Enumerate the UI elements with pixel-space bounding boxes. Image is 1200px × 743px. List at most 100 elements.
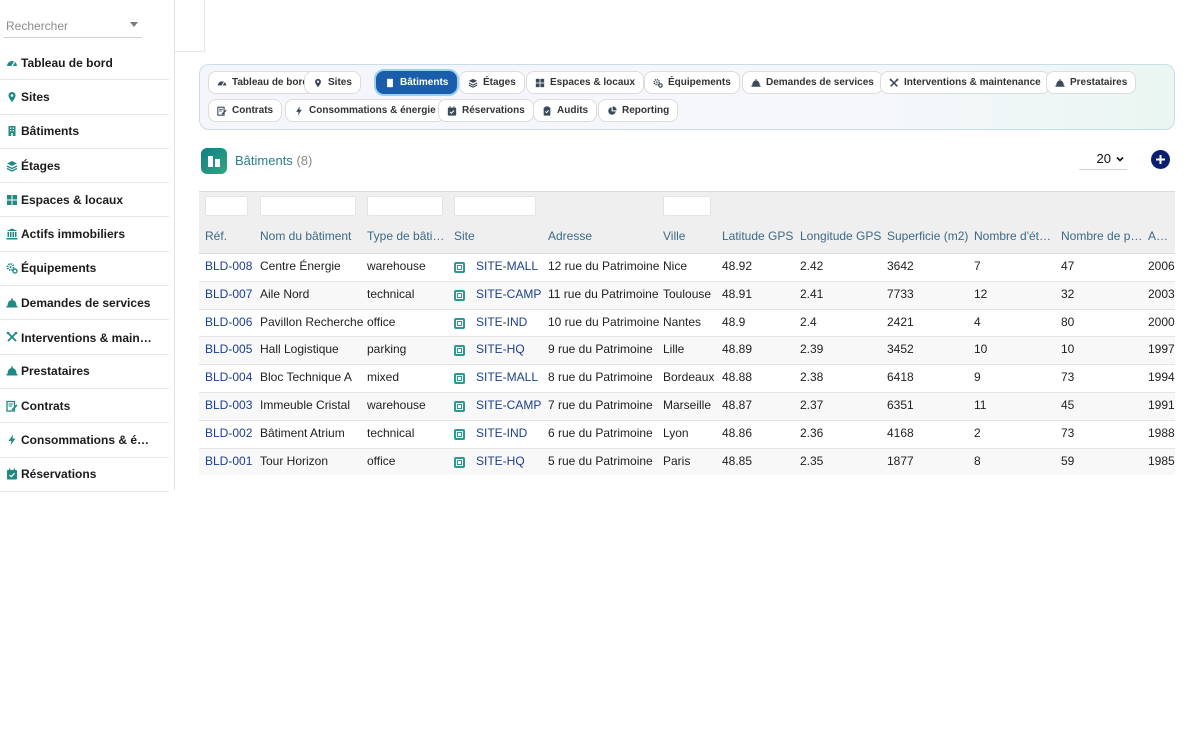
column-filter-input[interactable] [367,196,443,216]
column-header[interactable]: Nombre d'ét… [974,223,1057,254]
table-row[interactable]: BLD-008 Centre Énergie warehouse SITE-MALL 1… [199,254,1175,282]
tab-consommations-energie[interactable]: Consommations & énergie [285,99,445,122]
row-site-link[interactable]: SITE-CAMP [476,282,541,309]
chevron-down-icon [1116,155,1124,163]
table-cell: Nice [663,259,688,273]
table-row[interactable]: BLD-003 Immeuble Cristal warehouse SITE-CAM… [199,392,1175,421]
site-icon [454,317,465,329]
sidebar-item-label: Sites [21,89,50,104]
sidebar-item-label: Bâtiments [21,124,80,139]
table-row[interactable]: BLD-004 Bloc Technique A mixed SITE-MALL 8 r… [199,365,1175,393]
row-site-link[interactable]: SITE-HQ [476,449,525,475]
sidebar-item-actifs-immobiliers[interactable]: Actifs immobiliers [0,217,169,252]
column-header[interactable]: Type de bâti… [367,223,450,254]
table-cell: Hall Logistique [260,342,339,357]
table-cell: 11 rue du Patrimoine [548,286,659,301]
record-count: (8) [296,153,313,168]
row-site-link[interactable]: SITE-MALL [476,254,538,281]
row-site-link[interactable]: SITE-IND [476,310,527,337]
grid-icon [535,78,545,88]
row-ref-link[interactable]: BLD-003 [205,393,252,420]
row-site-link[interactable]: SITE-HQ [476,337,525,364]
gears-icon [5,262,18,275]
sidebar-item-contrats[interactable]: Contrats [0,389,169,424]
chevron-down-icon[interactable] [130,22,138,27]
row-site-link[interactable]: SITE-IND [476,421,527,448]
row-ref-link[interactable]: BLD-008 [205,254,252,281]
row-ref-link[interactable]: BLD-005 [205,337,252,364]
sidebar-item-label: Contrats [21,398,71,413]
table-row[interactable]: BLD-002 Bâtiment Atrium technical SITE-IND 6… [199,421,1175,449]
table-cell: 11 [974,397,987,412]
table-row[interactable]: BLD-007 Aile Nord technical SITE-CAMP 11 rue… [199,281,1175,310]
calendar-check-icon [447,105,457,116]
tab-prestataires[interactable]: Prestataires [1046,71,1137,94]
row-site-link[interactable]: SITE-CAMP [476,393,541,420]
row-ref-link[interactable]: BLD-006 [205,310,252,337]
tab-contrats[interactable]: Contrats [208,99,283,122]
sidebar-item-sites[interactable]: Sites [0,80,169,115]
sidebar-item-prestataires[interactable]: Prestataires [0,355,169,389]
column-header[interactable]: Anné [1148,223,1171,254]
add-button[interactable] [1151,150,1170,169]
tab-sites[interactable]: Sites [304,71,361,94]
sidebar-item-etages[interactable]: Étages [0,149,169,184]
column-filter-input[interactable] [454,196,536,216]
row-ref-link[interactable]: BLD-004 [205,365,252,392]
column-filter-input[interactable] [260,196,356,216]
row-site-link[interactable]: SITE-MALL [476,365,538,392]
column-filter-input[interactable] [663,196,711,216]
column-header[interactable]: Nombre de p… [1061,223,1144,254]
site-icon [454,345,465,357]
column-header[interactable]: Ville [663,223,718,254]
tab-reservations[interactable]: Réservations [438,99,534,122]
column-header[interactable]: Latitude GPS [722,223,796,254]
sidebar-item-equipements[interactable]: Équipements [0,252,169,287]
column-header[interactable]: Nom du bâtiment [260,223,363,254]
tab-demandes-de-services[interactable]: Demandes de services [742,71,883,94]
table-header: Réf. Nom du bâtiment Type de bâti… Site Adre… [199,223,1175,254]
column-header[interactable]: Superficie (m2) [887,223,970,254]
table-cell: 9 [974,370,981,385]
table-cell: 48.89 [722,342,753,357]
row-ref-link[interactable]: BLD-007 [205,282,252,309]
tab-espaces-locaux[interactable]: Espaces & locaux [526,71,645,94]
column-filter-input[interactable] [205,196,248,216]
table-cell: 5 rue du Patrimoine [548,453,653,468]
table-row[interactable]: BLD-001 Tour Horizon office SITE-HQ 5 rue du… [199,448,1175,475]
sidebar-item-demandes-de-services[interactable]: Demandes de services [0,286,169,321]
tab-reporting[interactable]: Reporting [598,99,679,122]
sidebar-item-interventions-main[interactable]: Interventions & mainꢀ… [0,320,169,355]
tab-label: Audits [557,105,589,116]
row-ref-link[interactable]: BLD-002 [205,421,252,448]
sidebar-item-tableau-de-bord[interactable]: Tableau de bord [0,46,169,81]
tab-batiments[interactable]: Bâtiments [376,71,458,94]
sidebar-item-batiments[interactable]: Bâtiments [0,115,169,149]
tab-interventions-maintenance[interactable]: Interventions & maintenance [880,71,1050,94]
grid-icon [5,193,18,206]
site-icon [454,262,465,273]
tab-etages[interactable]: Étages [459,71,525,94]
table-cell: 10 [974,342,988,357]
column-header[interactable]: Longitude GPS [800,223,883,254]
sidebar-search-dropdown-edge [175,0,205,52]
table-row[interactable]: BLD-005 Hall Logistique parking SITE-HQ 9 ru… [199,337,1175,366]
tab-audits[interactable]: Audits [533,99,598,122]
table-cell: Toulouse [663,286,712,301]
column-header[interactable]: Adresse [548,223,659,254]
column-header[interactable]: Site [454,223,544,254]
tab-tableau-de-bord[interactable]: Tableau de bord [208,71,318,94]
column-header[interactable]: Réf. [205,223,256,254]
table-cell: 6351 [887,397,914,412]
sidebar-search[interactable] [4,14,142,38]
bell-icon [5,365,18,378]
sidebar-item-consommations-e[interactable]: Consommations & é… [0,423,169,458]
search-input[interactable] [4,14,122,38]
per-page-select[interactable]: 20 [1079,148,1127,170]
table-row[interactable]: BLD-006 Pavillon Recherche office SITE-IND 1… [199,310,1175,338]
sidebar-item-reservations[interactable]: Réservations [0,458,169,492]
layers-icon [5,159,18,172]
tab-equipements[interactable]: Équipements [644,71,740,94]
sidebar-item-espaces-locaux[interactable]: Espaces & locaux [0,183,169,218]
row-ref-link[interactable]: BLD-001 [205,449,252,475]
